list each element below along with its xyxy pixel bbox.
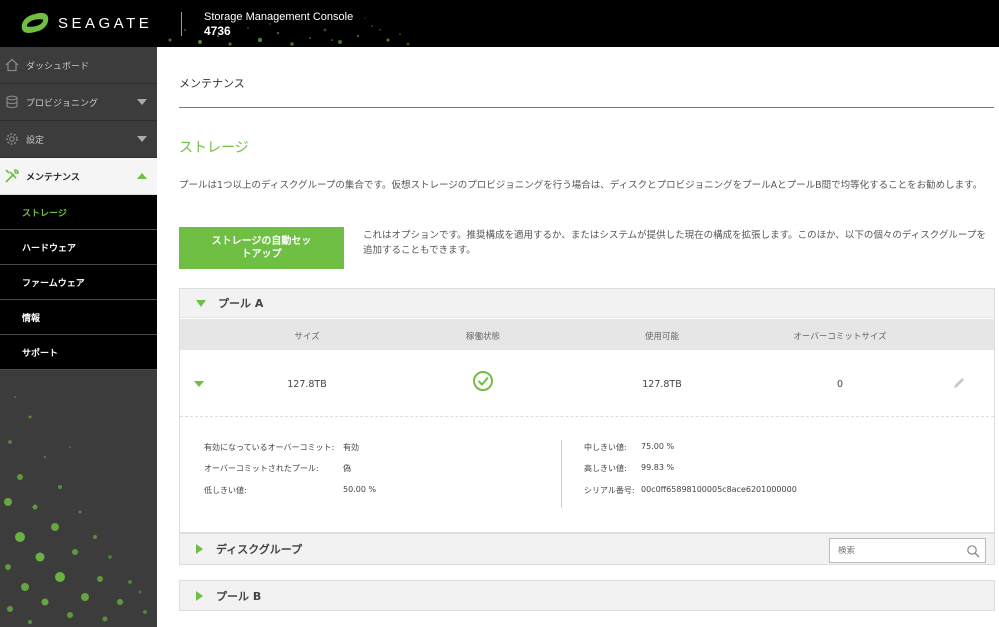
page-title: ストレージ [179, 140, 249, 156]
check-circle-icon [472, 370, 494, 395]
pool-a-header[interactable]: プール A [180, 289, 994, 318]
expand-down-icon [196, 299, 206, 307]
pencil-icon[interactable] [952, 376, 966, 393]
top-header: SEAGATE Storage Management Console 4736 [0, 0, 999, 47]
pool-details: 有効になっているオーバーコミット: 有効 オーバーコミットされたプール: 偽 低… [180, 418, 994, 533]
detail-label: 有効になっているオーバーコミット: [204, 443, 335, 452]
seagate-swirl-icon [21, 13, 49, 33]
sidebar-subitem-hardware[interactable]: ハードウェア [0, 230, 157, 265]
sidebar-item-dashboard[interactable]: ダッシュボード [0, 47, 157, 84]
sidebar-subitem-info[interactable]: 情報 [0, 300, 157, 335]
console-title: Storage Management Console [204, 11, 354, 23]
pool-a-panel: プール A サイズ 稼働状態 使用可能 オーバーコミットサイズ 127.8TB … [179, 288, 995, 533]
auto-setup-button[interactable]: ストレージの自動セットアップ [179, 227, 344, 269]
detail-label: シリアル番号: [584, 486, 635, 495]
main-content: メンテナンス ストレージ プールは1つ以上のディスクグループの集合です。仮想スト… [157, 47, 999, 627]
breadcrumb: メンテナンス [179, 77, 245, 90]
page-description: プールは1つ以上のディスクグループの集合です。仮想ストレージのプロビジョニングを… [179, 180, 983, 191]
details-divider [561, 440, 562, 508]
console-id: 4736 [204, 24, 231, 38]
expand-right-icon [196, 544, 203, 554]
sidebar-subitem-storage[interactable]: ストレージ [0, 195, 157, 230]
expand-right-icon [196, 590, 203, 601]
detail-label: 低しきい値: [204, 486, 247, 495]
database-icon [4, 94, 20, 110]
pool-table-header: サイズ 稼働状態 使用可能 オーバーコミットサイズ [180, 319, 994, 350]
brand-name: SEAGATE [58, 14, 153, 32]
sidebar: ダッシュボード プロビジョニング 設定 メンテナンス ストレージ ハードウェア … [0, 47, 157, 627]
column-header: 使用可能 [644, 332, 680, 342]
detail-value: 有効 [343, 443, 359, 452]
sidebar-item-provisioning[interactable]: プロビジョニング [0, 84, 157, 121]
chevron-down-icon [137, 99, 147, 105]
detail-value: 75.00 % [641, 442, 675, 451]
available-cell: 127.8TB [642, 379, 682, 390]
column-header: サイズ [294, 332, 320, 342]
search-input[interactable] [838, 545, 958, 556]
size-cell: 127.8TB [287, 379, 327, 390]
detail-label: オーバーコミットされたプール: [204, 464, 319, 473]
detail-value: 99.83 % [641, 463, 675, 472]
overcommit-cell: 0 [836, 379, 844, 390]
sidebar-item-maintenance[interactable]: メンテナンス [0, 158, 157, 195]
table-row[interactable]: 127.8TB 127.8TB 0 [180, 351, 994, 417]
column-header: オーバーコミットサイズ [793, 332, 887, 342]
detail-value: 50.00 % [343, 485, 377, 494]
detail-value: 偽 [343, 464, 351, 473]
search-field[interactable] [829, 538, 986, 563]
detail-label: 中しきい値: [584, 443, 627, 452]
chevron-up-icon [137, 173, 147, 179]
breadcrumb-divider [179, 107, 994, 108]
detail-label: 高しきい値: [584, 464, 627, 473]
sidebar-subitem-support[interactable]: サポート [0, 335, 157, 370]
sidebar-item-label: ダッシュボード [26, 61, 90, 72]
sidebar-item-label: プロビジョニング [26, 98, 99, 109]
search-icon[interactable] [966, 544, 980, 561]
gear-icon [4, 131, 20, 147]
disk-group-title: ディスクグループ [216, 543, 303, 556]
home-icon [4, 57, 20, 73]
sidebar-decoration [4, 396, 147, 624]
sidebar-item-settings[interactable]: 設定 [0, 121, 157, 158]
detail-value: 00c0ff65898100005c8ace6201000000 [641, 485, 797, 494]
header-divider [181, 12, 182, 36]
pool-b-header[interactable]: プール B [179, 580, 995, 611]
chevron-down-icon [137, 136, 147, 142]
sidebar-item-label: 設定 [26, 135, 45, 146]
pool-a-title: プール A [218, 297, 264, 310]
option-description: これはオプションです。推奨構成を適用するか、またはシステムが提供した現在の構成を… [363, 230, 986, 256]
pool-b-title: プール B [216, 589, 262, 603]
header-decoration [168, 17, 410, 46]
sidebar-item-label: メンテナンス [26, 172, 80, 183]
row-expand-icon[interactable] [194, 381, 204, 387]
column-header: 稼働状態 [465, 332, 501, 342]
seagate-logo: SEAGATE [18, 9, 152, 37]
sidebar-subitem-firmware[interactable]: ファームウェア [0, 265, 157, 300]
tools-icon [4, 168, 20, 184]
